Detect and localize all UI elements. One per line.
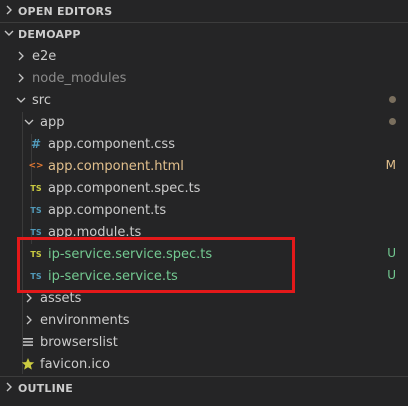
open-editors-header[interactable]: OPEN EDITORS	[0, 0, 408, 22]
star-icon	[20, 356, 36, 372]
tree-folder-environments[interactable]: environments	[0, 309, 408, 331]
tree-folder-node-modules[interactable]: node_modules	[0, 67, 408, 89]
tree-file-ip-service-spec-ts[interactable]: TS ip-service.service.spec.ts U	[0, 243, 408, 265]
tree-item-label: assets	[40, 290, 82, 306]
tree-item-label: browserslist	[40, 334, 118, 350]
tree-file-app-component-css[interactable]: # app.component.css	[0, 133, 408, 155]
tree-item-label: node_modules	[32, 70, 127, 86]
tree-item-label: src	[32, 92, 51, 108]
tree-item-label: ip-service.service.spec.ts	[48, 246, 213, 262]
tree-file-app-component-spec-ts[interactable]: TS app.component.spec.ts	[0, 177, 408, 199]
chevron-right-icon	[23, 292, 35, 304]
chevron-down-icon	[3, 28, 15, 41]
open-editors-label: OPEN EDITORS	[18, 4, 113, 18]
typescript-spec-icon: TS	[30, 183, 42, 193]
outline-label: OUTLINE	[18, 381, 74, 395]
chevron-right-icon	[15, 72, 27, 84]
typescript-icon: TS	[30, 271, 42, 281]
project-label: DEMOAPP	[18, 27, 81, 41]
tree-item-label: app.component.spec.ts	[48, 180, 201, 196]
modified-dot-icon	[389, 118, 396, 125]
tree-file-browserslist[interactable]: browserslist	[0, 331, 408, 353]
tree-item-label: app.component.css	[48, 136, 175, 152]
tree-item-label: ip-service.service.ts	[48, 268, 178, 284]
tree-file-app-component-html[interactable]: <> app.component.html M	[0, 155, 408, 177]
git-status-badge: U	[387, 246, 396, 260]
lines-icon	[20, 334, 36, 350]
tree-folder-app[interactable]: app	[0, 111, 408, 133]
tree-folder-assets[interactable]: assets	[0, 287, 408, 309]
git-status-badge: U	[387, 268, 396, 282]
outline-header[interactable]: OUTLINE	[0, 377, 408, 399]
typescript-spec-icon: TS	[30, 249, 42, 259]
chevron-right-icon	[23, 314, 35, 326]
tree-item-label: app.component.html	[48, 158, 184, 174]
chevron-right-icon	[15, 50, 27, 62]
tree-folder-src[interactable]: src	[0, 89, 408, 111]
html-brackets-icon: <>	[28, 161, 44, 171]
css-hash-icon: #	[30, 137, 42, 151]
git-status-badge: M	[385, 158, 396, 172]
chevron-right-icon	[3, 5, 15, 18]
tree-item-label: favicon.ico	[40, 356, 111, 372]
typescript-icon: TS	[30, 205, 42, 215]
chevron-down-icon	[23, 116, 35, 128]
tree-file-ip-service-ts[interactable]: TS ip-service.service.ts U	[0, 265, 408, 287]
modified-dot-icon	[389, 96, 396, 103]
tree-item-label: app.component.ts	[48, 202, 167, 218]
tree-folder-e2e[interactable]: e2e	[0, 45, 408, 67]
tree-item-label: e2e	[32, 48, 57, 64]
project-header[interactable]: DEMOAPP	[0, 23, 408, 45]
chevron-right-icon	[3, 382, 15, 395]
tree-item-label: app.module.ts	[48, 224, 142, 240]
chevron-down-icon	[15, 94, 27, 106]
typescript-icon: TS	[30, 227, 42, 237]
tree-file-app-component-ts[interactable]: TS app.component.ts	[0, 199, 408, 221]
tree-item-label: environments	[40, 312, 130, 328]
tree-item-label: app	[40, 114, 65, 130]
tree-file-app-module-ts[interactable]: TS app.module.ts	[0, 221, 408, 243]
tree-file-favicon[interactable]: favicon.ico	[0, 353, 408, 375]
